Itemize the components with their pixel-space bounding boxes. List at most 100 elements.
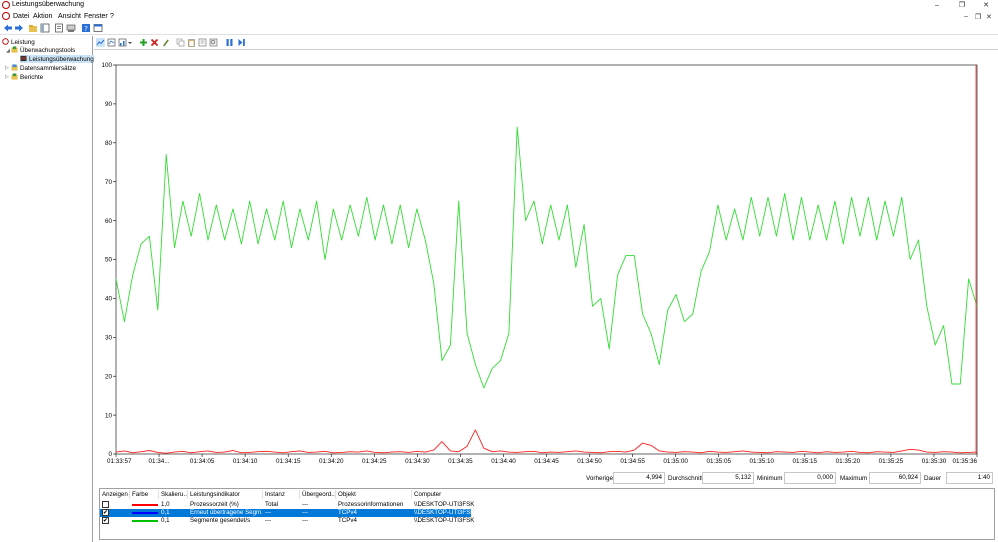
copy-properties-icon[interactable]: [176, 38, 185, 47]
highlight-pencil-icon[interactable]: [161, 38, 170, 47]
expand-chevron-icon[interactable]: ▷: [5, 74, 9, 80]
update-data-icon[interactable]: [237, 38, 246, 47]
tree-item-monitor[interactable]: Leistungsüberwachung: [20, 55, 96, 63]
y-tick-label: 30: [105, 335, 113, 342]
freeze-display-icon[interactable]: [225, 38, 234, 47]
x-tick-label: 01:34:30: [405, 458, 430, 465]
view-log-data-icon[interactable]: [107, 38, 116, 47]
tree-item-reports[interactable]: Berichte: [11, 73, 43, 81]
duration-value: 1:40: [946, 472, 993, 484]
statistics-bar: Vorherige 4,994 Durchschnitt 5,132 Minim…: [94, 472, 998, 486]
graph-type-dropdown-icon[interactable]: [127, 38, 133, 47]
cell-scale: 1,0: [161, 501, 170, 508]
maximize-button[interactable]: ❐: [951, 0, 973, 11]
help-icon[interactable]: ?: [81, 23, 91, 33]
plot-area: [115, 64, 978, 455]
col-header-computer[interactable]: Computer: [414, 491, 441, 498]
forward-arrow-icon[interactable]: [14, 23, 24, 33]
collapse-chevron-icon[interactable]: ◢: [6, 48, 10, 54]
menu-help[interactable]: ?: [110, 13, 114, 20]
col-separator[interactable]: [262, 490, 263, 499]
expand-chevron-icon[interactable]: ▷: [5, 65, 9, 71]
counter-list: Anzeigen Farbe Skalieru... Leistungsindi…: [99, 488, 995, 540]
tree-item-datasets[interactable]: Datensammlersätze: [11, 64, 76, 72]
series-line-1[interactable]: [115, 429, 978, 454]
x-tick-label: 01:35:00: [663, 458, 688, 465]
table-row[interactable]: 1,0 Prozessorzeit (%) Total --- Prozessorinf…: [100, 501, 474, 509]
last-value: 4,994: [613, 472, 665, 484]
view-icon[interactable]: [93, 23, 103, 33]
col-separator[interactable]: [129, 490, 130, 499]
color-swatch: [132, 520, 158, 522]
table-row[interactable]: ✔ 0,1 Erneut übertragene Segm... --- --- TCPv…: [100, 509, 474, 517]
y-tick-label: 50: [105, 257, 113, 264]
col-separator[interactable]: [187, 490, 188, 499]
table-row[interactable]: ✔ 0,1 Segmente gesendet/s --- --- TCPv4 \\DESK…: [100, 517, 474, 525]
x-tick-label: 01:35:36: [952, 458, 977, 465]
zoom-icon[interactable]: [209, 38, 218, 47]
monitor-chart-icon: [20, 55, 27, 62]
properties-icon[interactable]: [198, 38, 207, 47]
y-tick-label: 80: [105, 140, 113, 147]
minimum-label: Minimum: [757, 475, 783, 482]
col-header-parent[interactable]: Übergeord...: [302, 491, 336, 498]
mdi-restore-button[interactable]: ❐: [975, 13, 981, 21]
close-button[interactable]: ✕: [975, 0, 997, 11]
last-label: Vorherige: [586, 475, 613, 482]
export-icon[interactable]: [66, 23, 76, 33]
x-tick-label: 01:34:45: [534, 458, 559, 465]
menu-fenster[interactable]: Fenster: [84, 13, 108, 20]
col-header-counter[interactable]: Leistungsindikator: [190, 491, 240, 498]
svg-text:?: ?: [84, 25, 88, 33]
performance-graph[interactable]: 0102030405060708090100 01:33:57 01:34... 0…: [94, 50, 998, 465]
col-header-color[interactable]: Farbe: [132, 491, 148, 498]
menu-datei[interactable]: Datei: [13, 13, 29, 20]
col-header-instance[interactable]: Instanz: [265, 491, 285, 498]
cell-computer: \\DESKTOP-UTI3FSK: [414, 517, 474, 524]
menu-ansicht[interactable]: Ansicht: [58, 13, 81, 20]
col-separator[interactable]: [411, 490, 412, 499]
paste-counter-list-icon[interactable]: [187, 38, 196, 47]
col-separator[interactable]: [158, 490, 159, 499]
show-checkbox[interactable]: ✔: [102, 517, 109, 524]
perfmon-icon: [2, 38, 9, 45]
reports-folder-icon: [11, 73, 18, 80]
average-label: Durchschnitt: [668, 475, 703, 482]
x-axis: 01:33:57 01:34... 01:34:05 01:34:10 01:34:15…: [107, 454, 977, 465]
x-tick-label: 01:34:10: [233, 458, 258, 465]
series-line-0[interactable]: [115, 126, 978, 389]
cell-scale: 0,1: [161, 517, 170, 524]
y-axis: 0102030405060708090100: [101, 62, 116, 458]
properties-icon[interactable]: [54, 23, 64, 33]
cell-counter: Erneut übertragene Segm...: [190, 509, 262, 516]
graph-toolbar: [94, 36, 998, 50]
minimize-button[interactable]: –: [926, 0, 948, 11]
tree-item-tools[interactable]: Überwachungstools: [11, 46, 75, 54]
add-counter-icon[interactable]: [139, 38, 148, 47]
col-separator[interactable]: [335, 490, 336, 499]
minimum-value: 0,000: [784, 472, 836, 484]
back-arrow-icon[interactable]: [3, 23, 13, 33]
col-separator[interactable]: [299, 490, 300, 499]
col-header-scale[interactable]: Skalieru...: [161, 491, 189, 498]
mdi-minimize-button[interactable]: –: [964, 13, 968, 20]
col-header-object[interactable]: Objekt: [338, 491, 356, 498]
perfmon-app-icon: [2, 1, 10, 9]
folder-up-icon[interactable]: [28, 23, 38, 33]
show-checkbox[interactable]: ✔: [102, 509, 109, 516]
cell-instance: Total: [265, 501, 279, 508]
cell-instance: ---: [265, 517, 272, 524]
view-current-activity-icon[interactable]: [96, 38, 105, 47]
tree-item-leistung[interactable]: Leistung: [2, 38, 35, 46]
delete-counter-icon[interactable]: [150, 38, 159, 47]
mdi-close-button[interactable]: ✕: [986, 13, 992, 21]
menu-aktion[interactable]: Aktion: [33, 13, 52, 20]
x-tick-label: 01:35:20: [836, 458, 861, 465]
show-tree-icon[interactable]: [40, 23, 50, 33]
performance-monitor-pane: 0 10 20 30 40 50 60 70 80 90 100 01:33:57 01:34... 0…: [94, 36, 998, 542]
col-header-show[interactable]: Anzeigen: [102, 491, 128, 498]
show-checkbox[interactable]: [102, 501, 109, 508]
series-layer: [115, 126, 978, 454]
change-graph-type-icon[interactable]: [118, 38, 127, 47]
mdi-child-icon[interactable]: [2, 12, 10, 20]
